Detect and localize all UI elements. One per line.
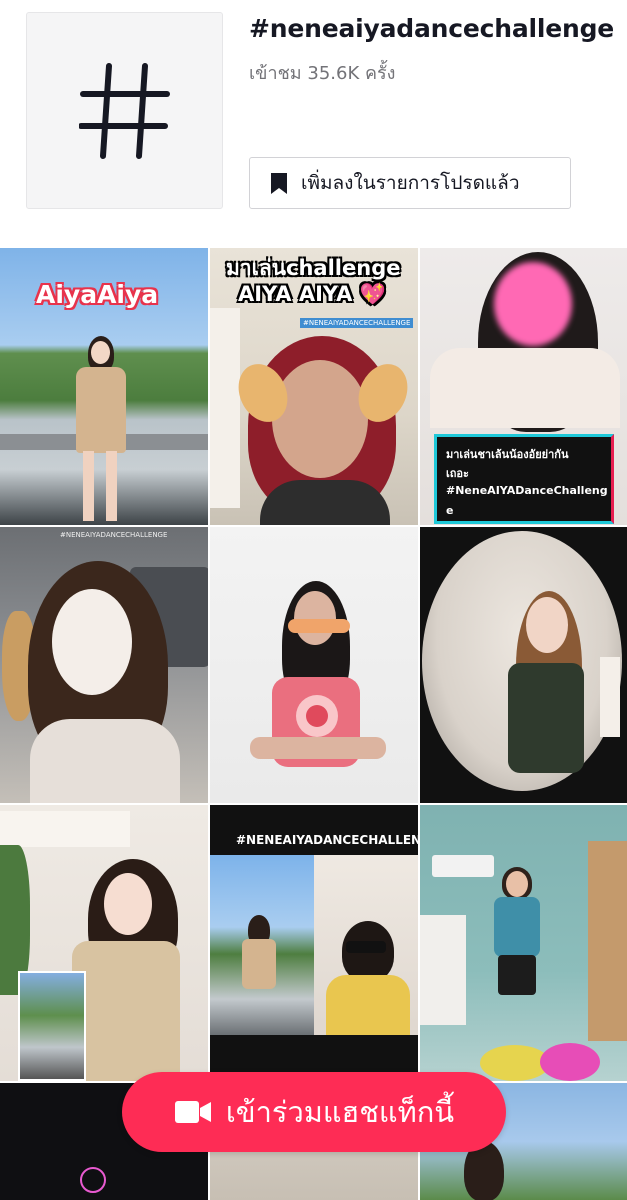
video-caption: มาเล่นชาเล้นน้องอัยย่ากัน <box>446 448 569 461</box>
hashtag-title: #neneaiyadancechallenge <box>249 14 615 43</box>
video-banner: #NENEAIYADANCECHALLENGE <box>236 833 418 847</box>
video-thumbnail[interactable] <box>0 805 208 1081</box>
hashtag-view-count: เข้าชม 35.6K ครั้ง <box>249 63 396 84</box>
bookmark-icon <box>271 172 287 194</box>
video-hashtag-label: #NENEAIYADANCECHALLENGE <box>60 531 168 539</box>
video-camera-icon <box>174 1101 211 1123</box>
video-thumbnail[interactable] <box>420 805 627 1081</box>
video-caption: เถอะ <box>446 467 469 480</box>
video-thumbnail[interactable] <box>210 527 418 803</box>
hashtag-icon <box>78 62 170 159</box>
video-overlay-subtitle: AIYA AIYA 💖 <box>238 282 386 306</box>
video-overlay-title: มาเล่นchallenge <box>226 256 401 280</box>
video-thumbnail[interactable]: มาเล่นชาเล้นน้องอัยย่ากัน เถอะ #NeneAIYA… <box>420 248 627 525</box>
video-caption: #NeneAIYADanceChalleng <box>446 484 608 497</box>
join-hashtag-button[interactable]: เข้าร่วมแฮชแท็กนี้ <box>122 1072 506 1152</box>
video-caption: e <box>446 504 454 517</box>
video-overlay-title: AiyaAiya <box>36 280 159 309</box>
add-to-favorites-button[interactable]: เพิ่มลงในรายการโปรดแล้ว <box>249 157 571 209</box>
video-thumbnail[interactable]: AiyaAiya <box>0 248 208 525</box>
video-thumbnail[interactable]: #NENEAIYADANCECHALLENGE <box>210 805 418 1081</box>
join-hashtag-label: เข้าร่วมแฮชแท็กนี้ <box>225 1095 455 1129</box>
favorites-button-label: เพิ่มลงในรายการโปรดแล้ว <box>301 172 520 194</box>
video-thumbnail[interactable]: มาเล่นchallenge AIYA AIYA 💖 #NENEAIYADAN… <box>210 248 418 525</box>
hashtag-cover <box>26 12 223 209</box>
video-hashtag-label: #NENEAIYADANCECHALLENGE <box>300 318 414 328</box>
hashtag-header: #neneaiyadancechallenge เข้าชม 35.6K ครั… <box>0 0 627 232</box>
video-thumbnail[interactable]: #NENEAIYADANCECHALLENGE <box>0 527 208 803</box>
video-thumbnail[interactable] <box>420 527 627 803</box>
